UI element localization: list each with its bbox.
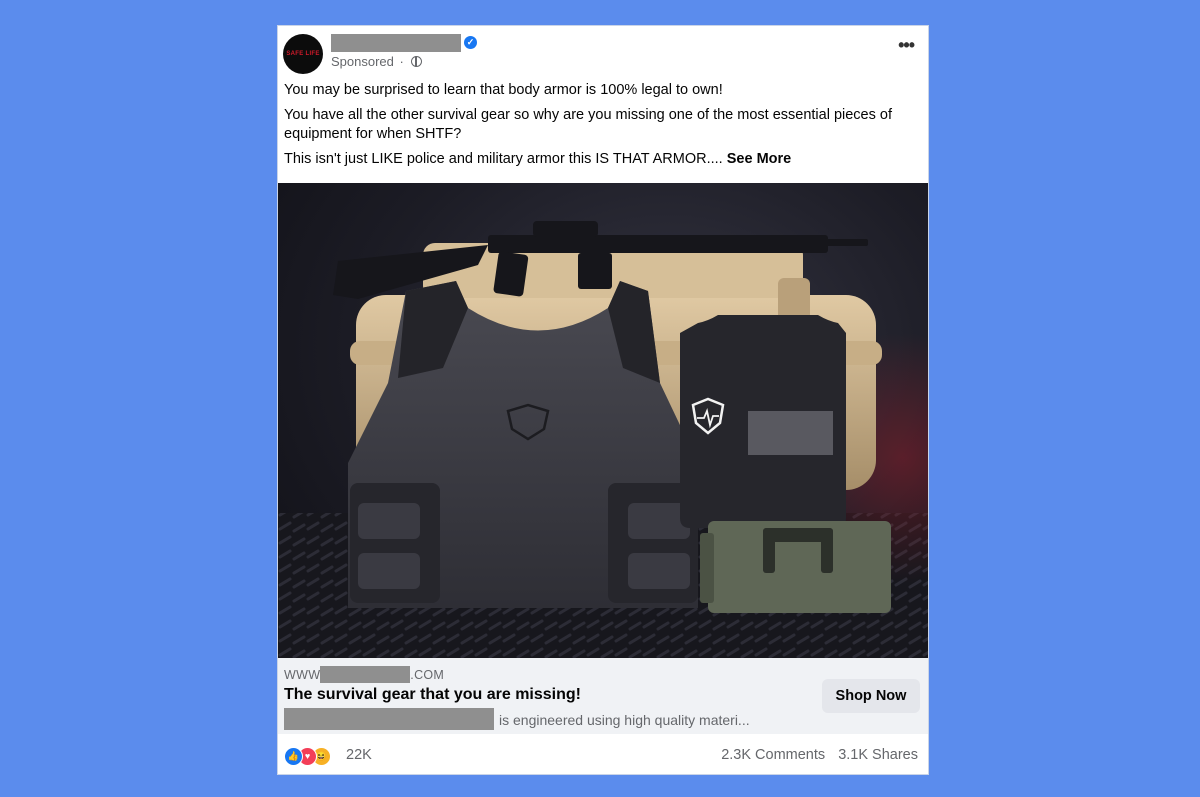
globe-icon	[411, 56, 423, 67]
page-name-redacted[interactable]	[331, 34, 461, 52]
domain-redaction	[320, 666, 411, 683]
like-icon: 👍	[284, 747, 303, 766]
ad-photo-illustration	[278, 221, 928, 658]
domain-prefix: WWW	[284, 668, 321, 682]
description-redaction	[284, 708, 494, 730]
post-paragraph-3: This isn't just LIKE police and military…	[284, 150, 904, 169]
link-description: is engineered using high quality materi.…	[284, 708, 750, 730]
separator: ·	[399, 54, 404, 69]
post-text: You may be surprised to learn that body …	[284, 81, 904, 175]
plate-redaction	[748, 411, 833, 455]
sponsored-line: Sponsored ·	[331, 54, 423, 69]
sponsored-label[interactable]: Sponsored	[331, 54, 394, 69]
engagement-stats: 2.3K Comments 3.1K Shares	[721, 747, 918, 763]
avatar-logo: SAFE LIFE	[286, 51, 320, 57]
more-options-icon[interactable]: •••	[898, 36, 915, 54]
ammo-can	[700, 521, 891, 613]
sponsored-post-card: SAFE LIFE ✓ Sponsored · ••• You may be s…	[277, 25, 929, 775]
page-avatar[interactable]: SAFE LIFE	[283, 34, 323, 74]
domain-suffix: .COM	[410, 668, 445, 682]
link-title[interactable]: The survival gear that you are missing!	[284, 686, 581, 704]
link-description-text: is engineered using high quality materi.…	[499, 712, 750, 728]
shop-now-button[interactable]: Shop Now	[822, 679, 920, 713]
link-preview[interactable]: WWW .COM The survival gear that you are m…	[278, 658, 928, 734]
reaction-count[interactable]: 22K	[346, 747, 372, 763]
post-paragraph-2: You have all the other survival gear so …	[284, 107, 892, 142]
see-more-link[interactable]: See More	[727, 151, 791, 167]
post-paragraph-3-text: This isn't just LIKE police and military…	[284, 151, 723, 167]
shares-count[interactable]: 3.1K Shares	[838, 747, 918, 763]
post-paragraph-1: You may be surprised to learn that body …	[284, 82, 723, 98]
body-armor-vest	[348, 281, 698, 608]
verified-badge-icon: ✓	[464, 36, 477, 49]
engagement-bar: 👍 ♥ 😆 22K 2.3K Comments 3.1K Shares	[278, 734, 928, 774]
armor-plate	[680, 315, 846, 528]
link-domain: WWW .COM	[284, 666, 444, 683]
comments-count[interactable]: 2.3K Comments	[721, 747, 825, 763]
ad-photo[interactable]	[278, 183, 928, 658]
